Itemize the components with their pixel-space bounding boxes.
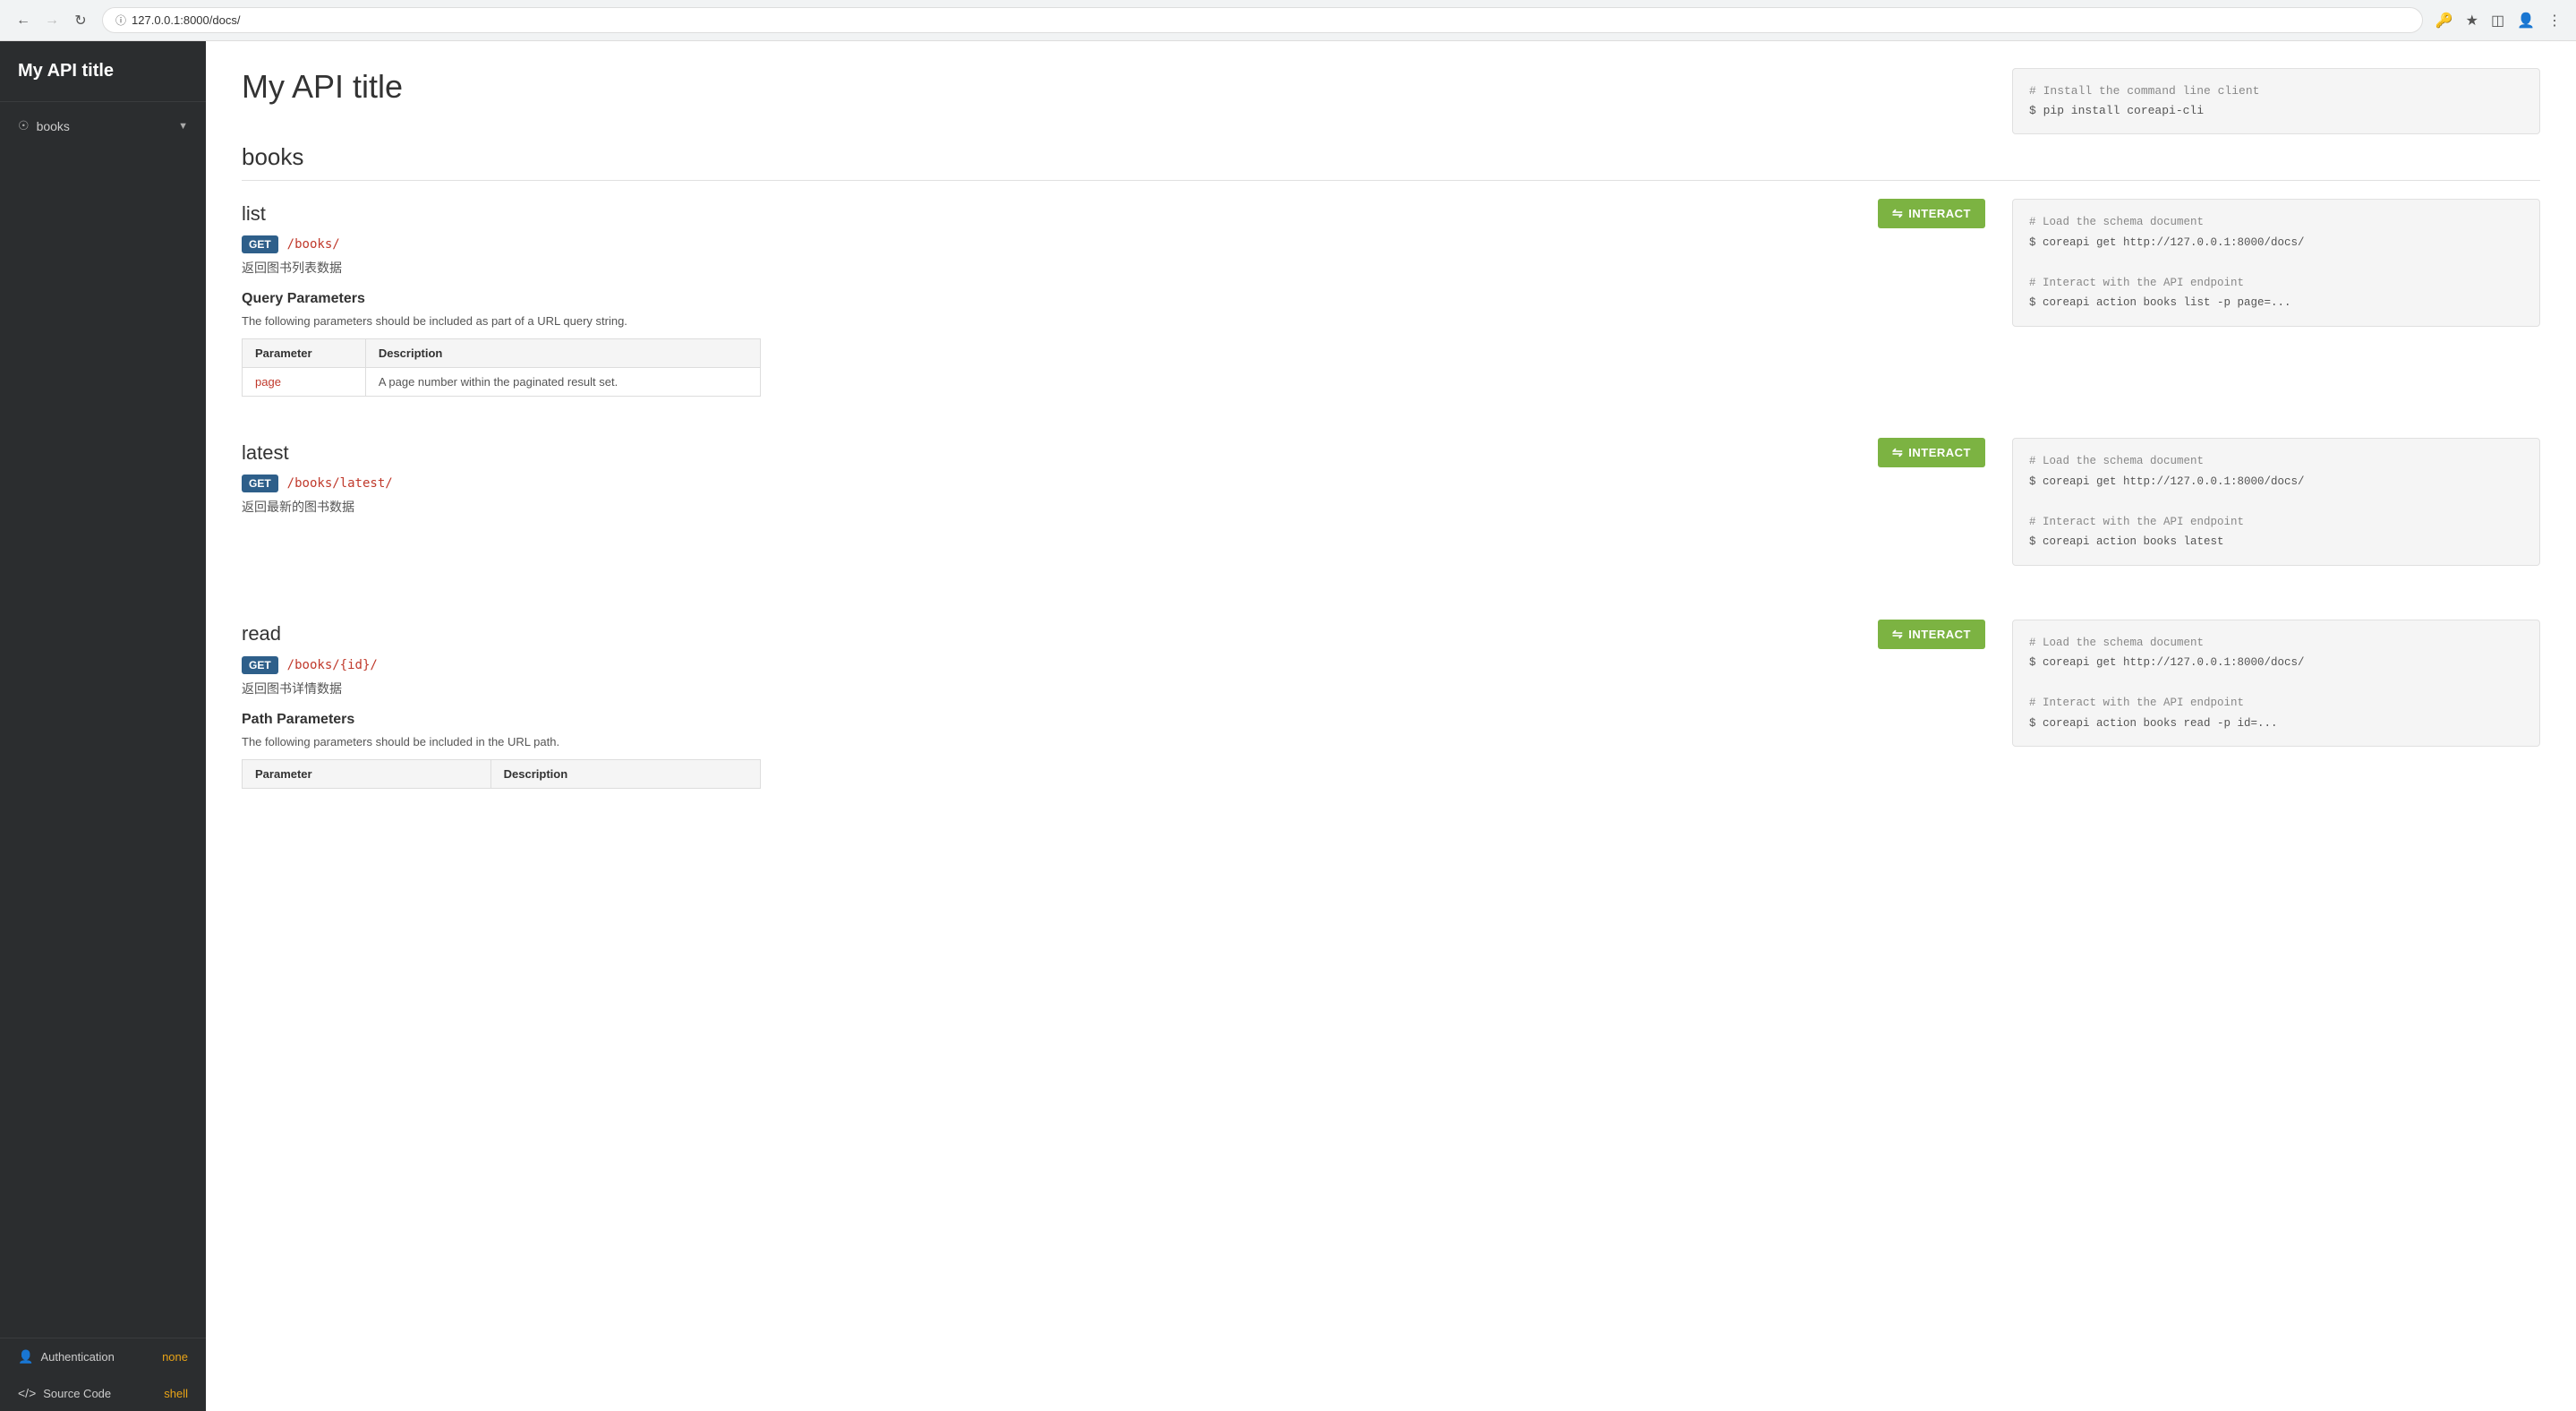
lock-icon: ⓘ bbox=[115, 13, 126, 28]
query-params-desc-list: The following parameters should be inclu… bbox=[242, 314, 1985, 328]
interact-button-list[interactable]: ⇋ INTERACT bbox=[1878, 199, 1985, 228]
qr-icon[interactable]: ◫ bbox=[2487, 8, 2508, 33]
endpoint-list-desc: 返回图书列表数据 bbox=[242, 259, 1985, 277]
code-block-list: # Load the schema document $ coreapi get… bbox=[2012, 199, 2540, 327]
query-params-title-list: Query Parameters bbox=[242, 291, 1985, 307]
endpoint-read-name: read bbox=[242, 622, 281, 646]
source-code-badge: shell bbox=[164, 1387, 188, 1400]
col-parameter-list: Parameter bbox=[243, 339, 366, 368]
star-icon[interactable]: ★ bbox=[2462, 8, 2482, 33]
profile-icon[interactable]: 👤 bbox=[2513, 8, 2538, 33]
key-icon[interactable]: 🔑 bbox=[2432, 8, 2457, 33]
url-path-read: /books/{id}/ bbox=[287, 658, 378, 672]
main-content: My API title # Install the command line … bbox=[206, 41, 2576, 1411]
path-params-title-read: Path Parameters bbox=[242, 712, 1985, 728]
interact-label-read: INTERACT bbox=[1908, 628, 1971, 641]
back-button[interactable]: ← bbox=[11, 8, 36, 33]
method-badge-read: GET bbox=[242, 656, 278, 674]
col-description-read: Description bbox=[490, 759, 760, 788]
sidebar-footer-source-code[interactable]: </> Source Code shell bbox=[0, 1375, 206, 1411]
menu-icon[interactable]: ⋮ bbox=[2544, 8, 2565, 33]
source-code-label: Source Code bbox=[43, 1387, 111, 1400]
page-main-title: My API title bbox=[242, 68, 1985, 106]
param-desc-page: A page number within the paginated resul… bbox=[365, 368, 760, 397]
sidebar-footer: 👤 Authentication none </> Source Code sh… bbox=[0, 1338, 206, 1411]
sidebar-item-books-label: books bbox=[37, 119, 70, 133]
col-description-list: Description bbox=[365, 339, 760, 368]
reload-button[interactable]: ↻ bbox=[68, 8, 93, 33]
chevron-down-icon: ▼ bbox=[178, 121, 188, 132]
params-table-list: Parameter Description page A page number… bbox=[242, 338, 761, 397]
url-text: 127.0.0.1:8000/docs/ bbox=[132, 13, 240, 27]
authentication-label: Authentication bbox=[40, 1350, 114, 1364]
interact-button-read[interactable]: ⇋ INTERACT bbox=[1878, 620, 1985, 649]
path-params-desc-read: The following parameters should be inclu… bbox=[242, 735, 1985, 748]
interact-icon-latest: ⇋ bbox=[1892, 445, 1903, 460]
books-circle-icon: ☉ bbox=[18, 118, 30, 133]
method-badge-latest: GET bbox=[242, 475, 278, 492]
endpoint-latest-desc: 返回最新的图书数据 bbox=[242, 498, 1985, 516]
params-table-read: Parameter Description bbox=[242, 759, 761, 789]
person-icon: 👤 bbox=[18, 1349, 33, 1364]
sidebar: My API title ☉ books ▼ 👤 Authentication … bbox=[0, 41, 206, 1411]
param-name-page: page bbox=[255, 375, 281, 389]
address-bar[interactable]: ⓘ 127.0.0.1:8000/docs/ bbox=[102, 7, 2423, 33]
section-heading-books: books bbox=[242, 143, 2540, 181]
url-path-list: /books/ bbox=[287, 237, 340, 252]
authentication-badge: none bbox=[162, 1350, 188, 1364]
endpoint-list: list ⇋ INTERACT GET /books/ 返回图书列表数据 Que… bbox=[242, 199, 2540, 411]
sidebar-title: My API title bbox=[0, 41, 206, 102]
interact-icon-read: ⇋ bbox=[1892, 627, 1903, 642]
sidebar-nav: ☉ books ▼ bbox=[0, 102, 206, 1338]
url-path-latest: /books/latest/ bbox=[287, 476, 393, 491]
endpoint-list-name: list bbox=[242, 202, 266, 226]
endpoint-read-desc: 返回图书详情数据 bbox=[242, 680, 1985, 697]
method-badge-list: GET bbox=[242, 235, 278, 253]
sidebar-item-books[interactable]: ☉ books ▼ bbox=[0, 109, 206, 142]
code-block-latest: # Load the schema document $ coreapi get… bbox=[2012, 438, 2540, 566]
interact-label-latest: INTERACT bbox=[1908, 446, 1971, 459]
top-code-block: # Install the command line client $ pip … bbox=[2012, 68, 2540, 134]
sidebar-footer-authentication[interactable]: 👤 Authentication none bbox=[0, 1338, 206, 1375]
app-container: My API title ☉ books ▼ 👤 Authentication … bbox=[0, 41, 2576, 1411]
code-block-read: # Load the schema document $ coreapi get… bbox=[2012, 620, 2540, 748]
browser-actions: 🔑 ★ ◫ 👤 ⋮ bbox=[2432, 8, 2565, 33]
endpoint-latest-name: latest bbox=[242, 441, 289, 465]
endpoint-read: read ⇋ INTERACT GET /books/{id}/ 返回图书详情数… bbox=[242, 620, 2540, 803]
nav-buttons: ← → ↻ bbox=[11, 8, 93, 33]
interact-icon-list: ⇋ bbox=[1892, 206, 1903, 221]
endpoint-latest: latest ⇋ INTERACT GET /books/latest/ 返回最… bbox=[242, 438, 2540, 593]
forward-button[interactable]: → bbox=[39, 8, 64, 33]
code-icon: </> bbox=[18, 1386, 36, 1400]
browser-chrome: ← → ↻ ⓘ 127.0.0.1:8000/docs/ 🔑 ★ ◫ 👤 ⋮ bbox=[0, 0, 2576, 41]
interact-label-list: INTERACT bbox=[1908, 207, 1971, 220]
col-parameter-read: Parameter bbox=[243, 759, 491, 788]
interact-button-latest[interactable]: ⇋ INTERACT bbox=[1878, 438, 1985, 467]
table-row: page A page number within the paginated … bbox=[243, 368, 761, 397]
